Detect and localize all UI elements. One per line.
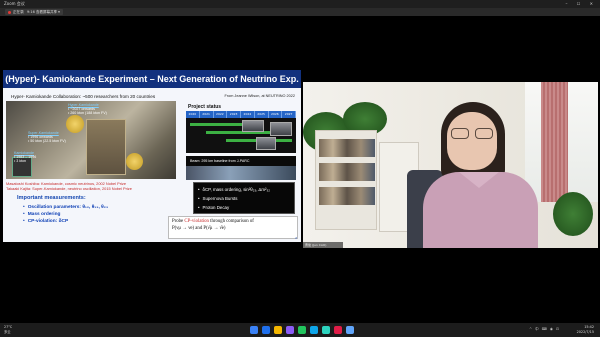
view-options-button[interactable]: 9:16 查看屏幕共享 ▾: [24, 9, 63, 15]
construction-photo: [270, 122, 292, 136]
weather-widget[interactable]: 27°C 多云: [4, 325, 12, 334]
superk-label: Super-Kamiokande • 1996 onwards • 50 kto…: [28, 131, 66, 144]
timeline-bar: [206, 131, 276, 134]
participant-name-tag: 曹俊 (Jun CAO): [303, 242, 343, 248]
project-timeline: 2020 2021 2022 2023 2024 2025 2026 2027: [186, 111, 296, 153]
bookshelf: [315, 130, 377, 230]
windows-start-icon[interactable]: [250, 326, 258, 334]
year-label: 2024: [241, 111, 255, 118]
slide-title: (Hyper)- Kamiokande Experiment – Next Ge…: [3, 70, 301, 88]
app-icon[interactable]: [286, 326, 294, 334]
system-tray[interactable]: ^ 中 ⌨ ◉ ⊡: [529, 327, 560, 332]
year-label: 2025: [255, 111, 269, 118]
project-status-heading: Project status: [188, 104, 222, 110]
list-item: Oscillation parameters: θ₁₂, θ₁₃, θ₂₃: [23, 204, 108, 211]
kamiokande-label: Kamiokande • 1983 – 1996 • 3 kton: [14, 151, 37, 164]
shared-slide: (Hyper)- Kamiokande Experiment – Next Ge…: [3, 70, 301, 242]
construction-photo: [256, 137, 276, 150]
taskbar-apps: [250, 326, 354, 334]
meeting-toolbar: 正在录制 9:16 查看屏幕共享 ▾: [0, 8, 600, 16]
cp-violation-box: Probe CP-violation through comparison of…: [168, 216, 298, 239]
zoom-app-icon[interactable]: [346, 326, 354, 334]
window-title: Zoom 会议: [4, 1, 25, 6]
slide-source: From Jeanne Wilson, at NEUTRINO 2022: [224, 94, 295, 98]
detector-photo: Hyper-Kamiokande • ~2027 onwards • 260 k…: [6, 101, 176, 179]
measurements-heading: Important measurements:: [17, 195, 86, 201]
beam-text: Beam: 295 km baseline from J-PARC: [186, 156, 296, 166]
list-item: CP-violation: δCP: [23, 218, 108, 225]
window-titlebar: Zoom 会议 – ☐ ✕: [0, 0, 600, 8]
timeline-bar: [190, 123, 250, 126]
year-label: 2020: [186, 111, 200, 118]
list-item: Proton Decay: [198, 203, 294, 212]
list-item: Mass ordering: [23, 211, 108, 218]
timeline-years: 2020 2021 2022 2023 2024 2025 2026 2027: [186, 111, 296, 118]
collaboration-text: Hyper- Kamiokande Collaboration: ~500 re…: [11, 94, 156, 99]
hyperk-label: Hyper-Kamiokande • ~2027 onwards • 260 k…: [68, 103, 107, 116]
list-item: Supernova Bursts: [198, 194, 294, 203]
list-item: δCP, mass ordering, sin²θ₂₃, Δm²₃₂: [198, 185, 294, 194]
participant-video[interactable]: [303, 82, 598, 248]
nobel-prize-text: Masatoshi Koshiba: Kamiokande, cosmic ne…: [6, 181, 132, 191]
year-label: 2027: [282, 111, 296, 118]
pmt-image: [126, 153, 143, 170]
plant-image: [553, 192, 593, 236]
file-explorer-icon[interactable]: [274, 326, 282, 334]
taskbar-clock[interactable]: 15:42 2022/7/15: [577, 325, 594, 334]
window-controls[interactable]: – ☐ ✕: [566, 0, 597, 8]
physics-goals-box: δCP, mass ordering, sin²θ₂₃, Δm²₃₂ Super…: [193, 182, 295, 214]
window-blind: [541, 82, 568, 202]
edge-browser-icon[interactable]: [310, 326, 318, 334]
year-label: 2021: [200, 111, 214, 118]
tunnel-door-image: [86, 119, 126, 175]
app-icon[interactable]: [298, 326, 306, 334]
construction-photo: [242, 120, 264, 132]
year-label: 2023: [227, 111, 241, 118]
measurements-list: Oscillation parameters: θ₁₂, θ₁₃, θ₂₃ Ma…: [23, 204, 108, 225]
year-label: 2022: [214, 111, 228, 118]
app-icon[interactable]: [334, 326, 342, 334]
beam-map-image: [186, 166, 296, 180]
year-label: 2026: [269, 111, 283, 118]
search-icon[interactable]: [262, 326, 270, 334]
participant-person: [423, 98, 543, 248]
slide-page-number: 2: [295, 236, 297, 240]
windows-taskbar: 27°C 多云 ^ 中 ⌨ ◉ ⊡ 15:42 2022/7/15: [0, 323, 600, 337]
pmt-image: [66, 115, 84, 133]
app-icon[interactable]: [322, 326, 330, 334]
